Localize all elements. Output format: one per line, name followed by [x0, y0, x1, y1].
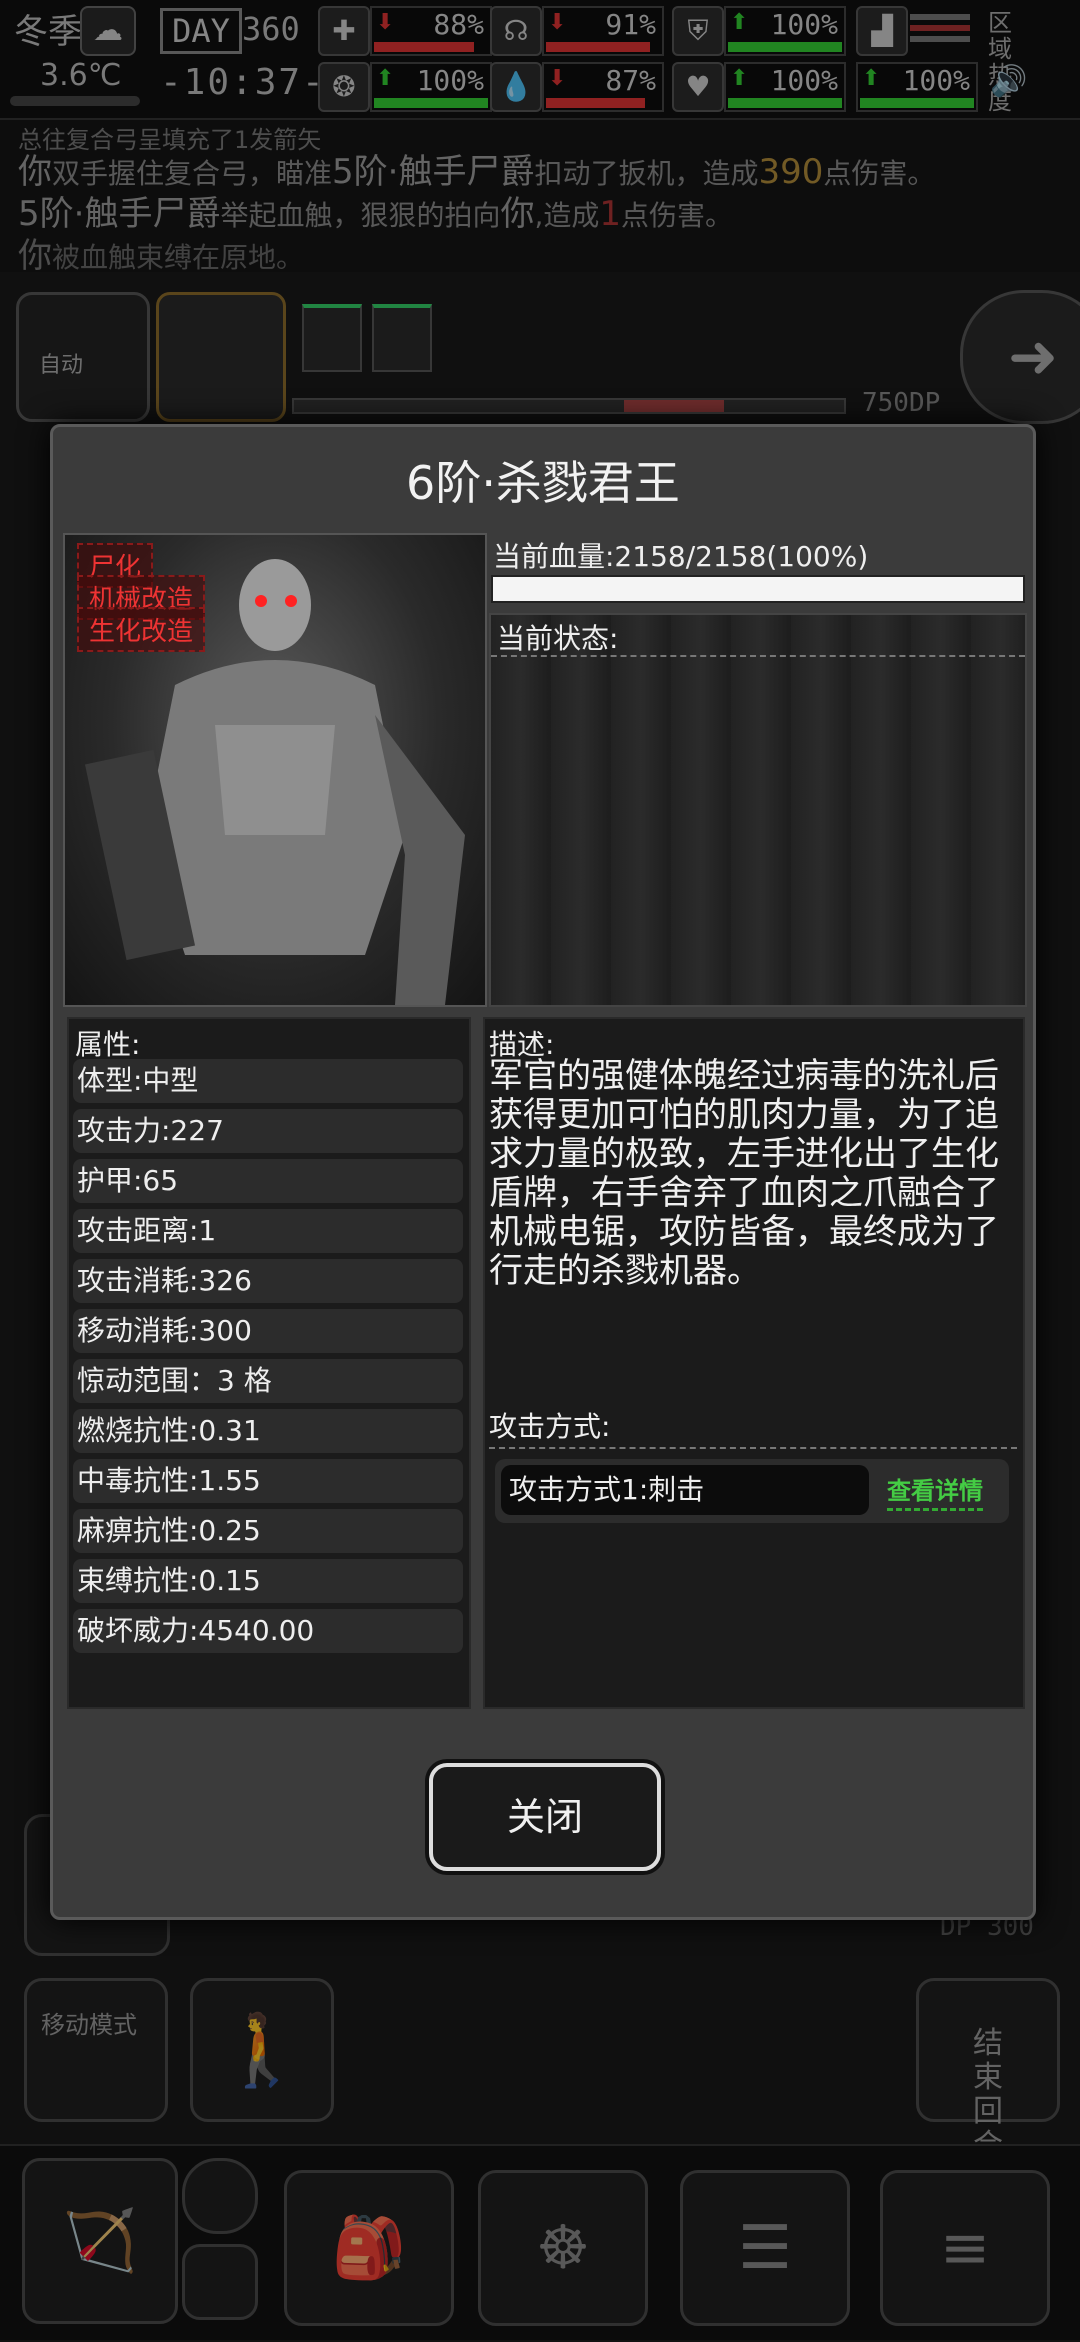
attribute-row: 攻击力:227	[73, 1109, 463, 1153]
status-panel: 当前状态:	[489, 613, 1027, 1007]
attack-title: 攻击方式:	[489, 1410, 611, 1443]
enemy-name-title: 6阶·杀戮君王	[406, 456, 680, 510]
attribute-row: 攻击消耗:326	[73, 1259, 463, 1303]
attribute-row: 破坏威力:4540.00	[73, 1609, 463, 1653]
attributes-panel: 属性: 体型:中型 攻击力:227 护甲:65 攻击距离:1 攻击消耗:326 …	[67, 1017, 471, 1709]
view-details-link[interactable]: 查看详情	[887, 1471, 983, 1511]
divider	[491, 655, 1025, 657]
divider	[489, 1447, 1017, 1449]
attribute-row: 移动消耗:300	[73, 1309, 463, 1353]
attributes-title: 属性:	[75, 1028, 141, 1061]
description-panel: 描述: 军官的强健体魄经过病毒的洗礼后获得更加可怕的肌肉力量，为了追求力量的极致…	[483, 1017, 1025, 1709]
attribute-row: 麻痹抗性:0.25	[73, 1509, 463, 1553]
attribute-row: 中毒抗性:1.55	[73, 1459, 463, 1503]
attribute-row: 体型:中型	[73, 1059, 463, 1103]
attribute-row: 攻击距离:1	[73, 1209, 463, 1253]
enemy-info-modal: 6阶·杀戮君王 尸化 机械改造 生化改造 ◉ 迟钝 (( 灵敏 ♨ 普通 ?	[50, 424, 1036, 1920]
attribute-row: 护甲:65	[73, 1159, 463, 1203]
hp-bar	[491, 575, 1025, 603]
attribute-row: 燃烧抗性:0.31	[73, 1409, 463, 1453]
attack-row: 攻击方式1:刺击 查看详情	[495, 1459, 1009, 1523]
status-label: 当前状态:	[497, 622, 619, 655]
close-button[interactable]: 关闭	[429, 1763, 661, 1871]
enemy-portrait-panel: 尸化 机械改造 生化改造 ◉ 迟钝 (( 灵敏 ♨ 普通 ?	[63, 533, 487, 1007]
attribute-row: 惊动范围：3 格	[73, 1359, 463, 1403]
attack-name: 攻击方式1:刺击	[501, 1465, 869, 1515]
description-text: 军官的强健体魄经过病毒的洗礼后获得更加可怕的肌肉力量，为了追求力量的极致，左手进…	[489, 1056, 999, 1291]
tag-biochemical: 生化改造	[77, 607, 206, 652]
hp-label: 当前血量:2158/2158(100%)	[493, 540, 869, 573]
attribute-row: 束缚抗性:0.15	[73, 1559, 463, 1603]
